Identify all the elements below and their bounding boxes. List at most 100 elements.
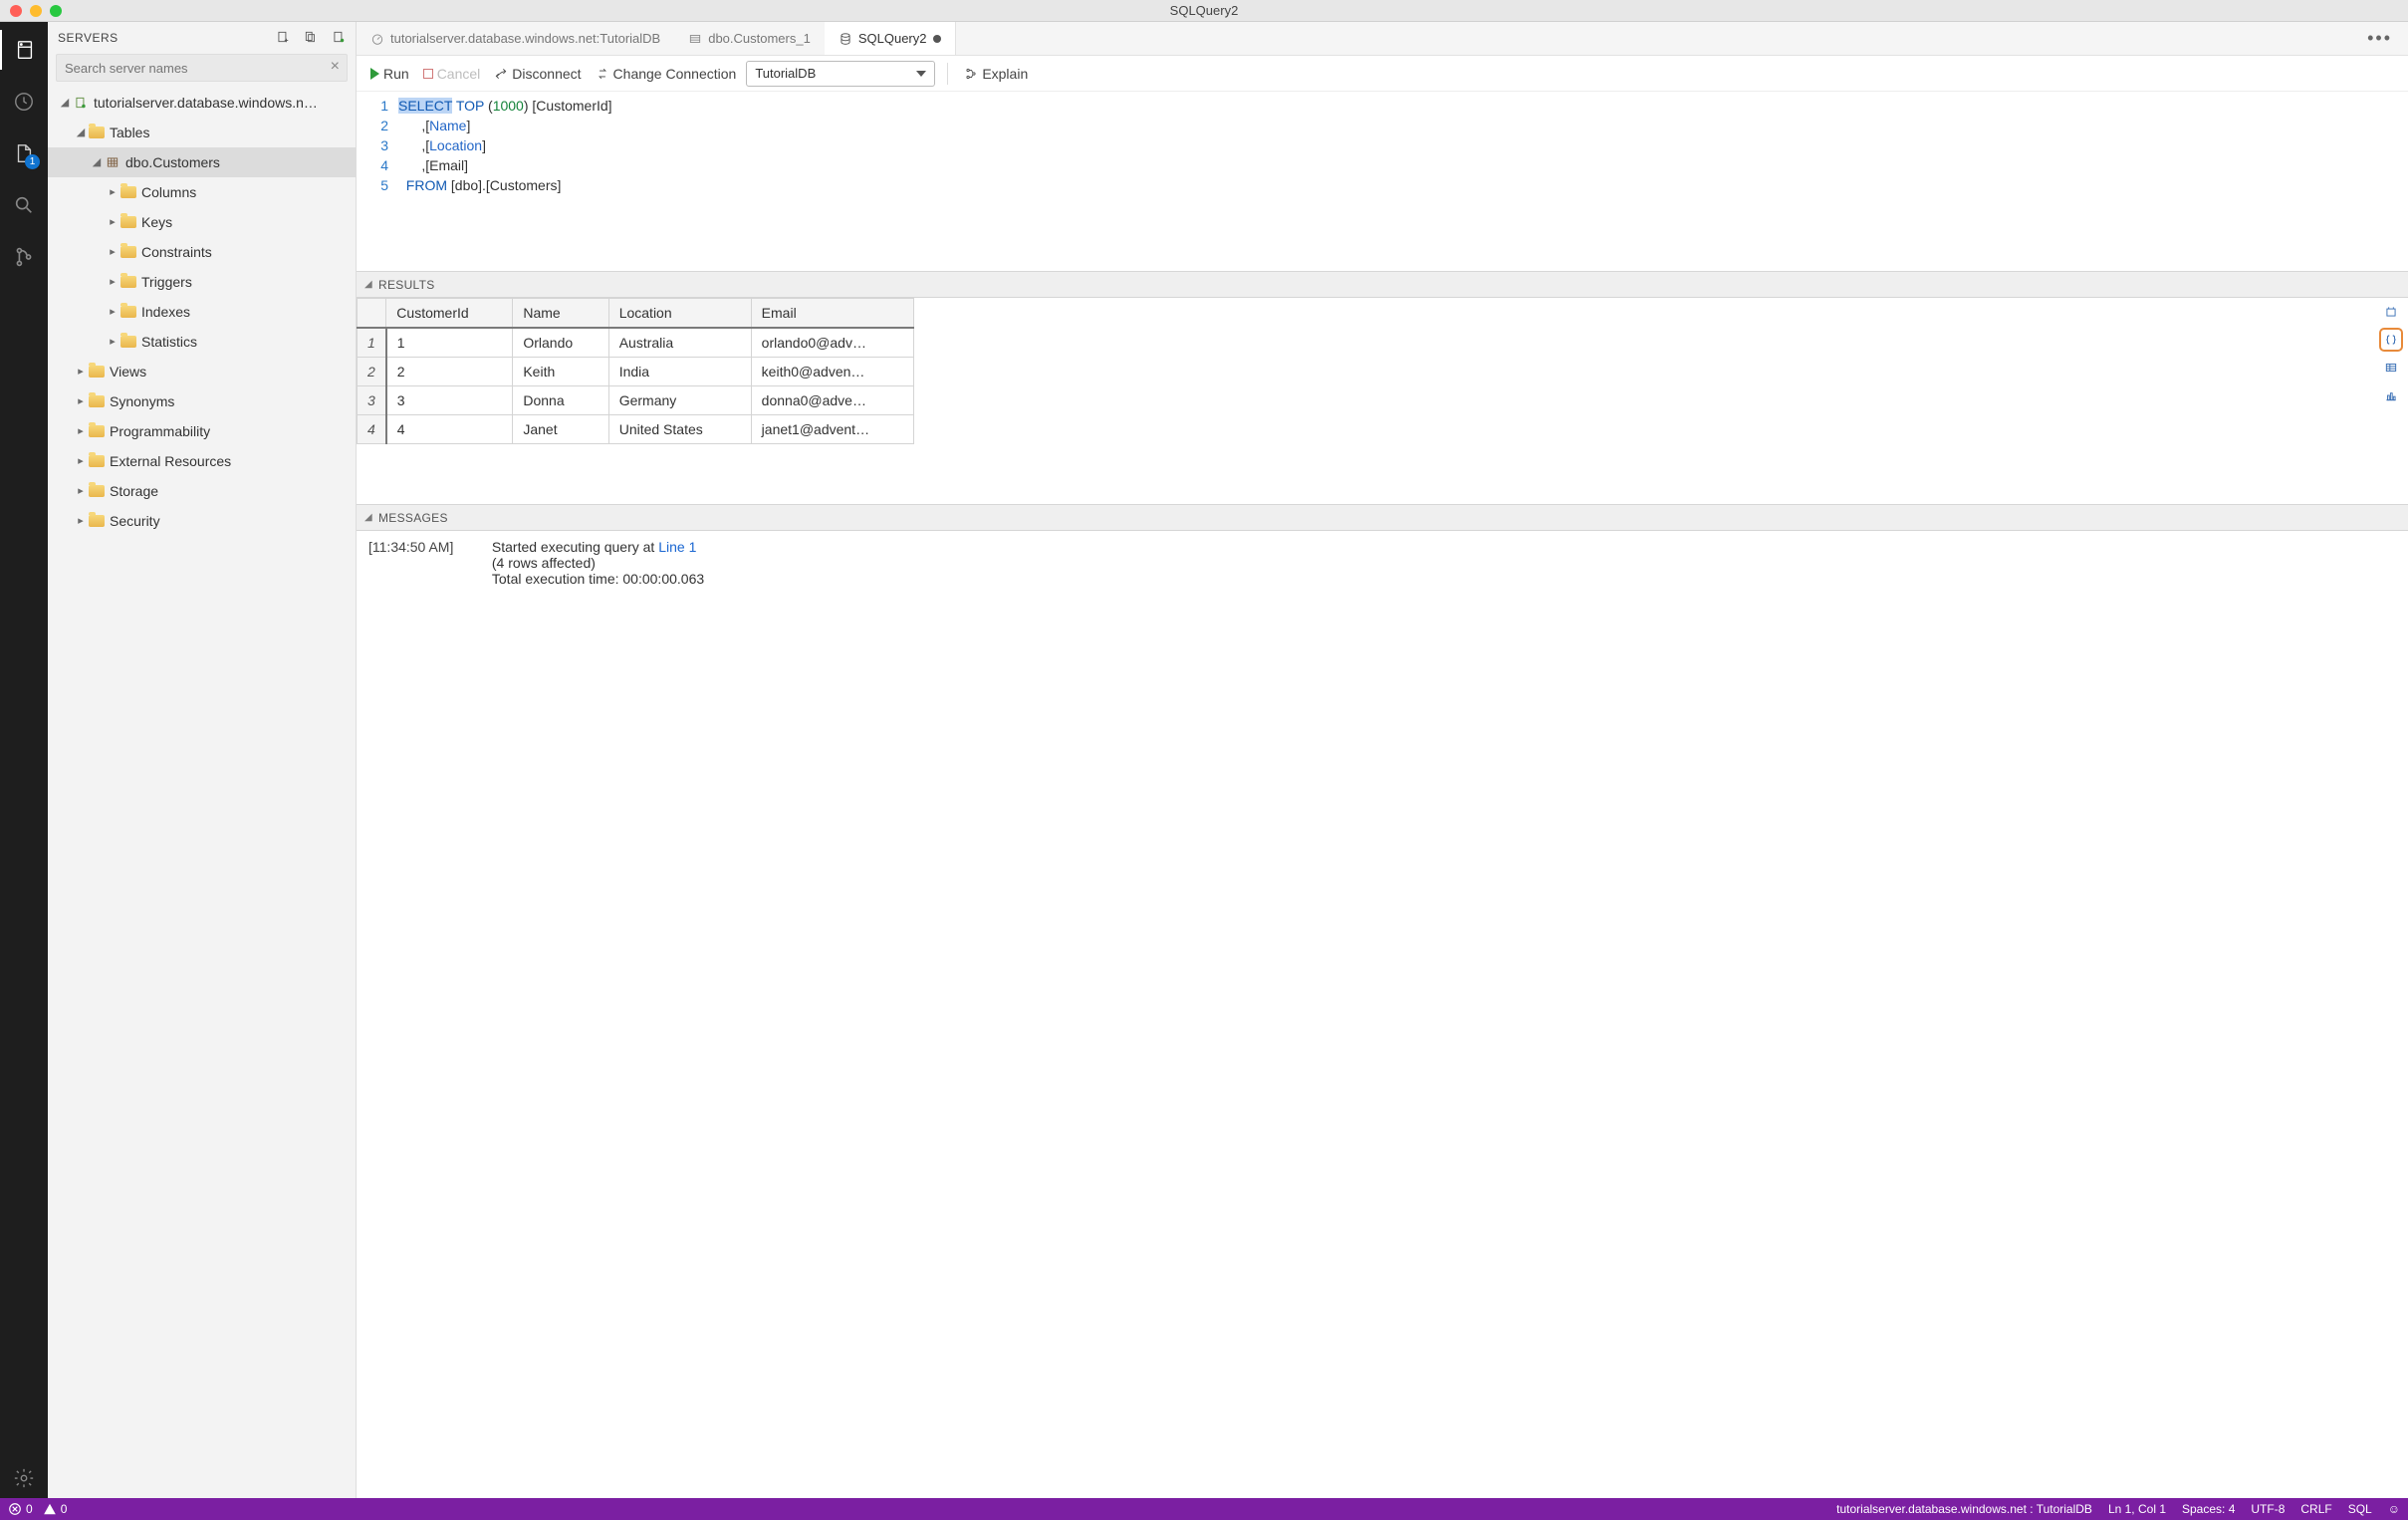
cell[interactable]: keith0@adven… <box>751 358 913 386</box>
col-header[interactable]: Location <box>608 299 751 329</box>
table-row[interactable]: 33DonnaGermanydonna0@adve… <box>358 386 914 415</box>
clear-search-icon[interactable]: × <box>331 58 340 76</box>
cell[interactable]: 1 <box>386 328 513 358</box>
cell[interactable]: Janet <box>513 415 608 444</box>
activity-search-icon[interactable] <box>0 185 48 225</box>
status-cursor-position[interactable]: Ln 1, Col 1 <box>2108 1502 2166 1516</box>
close-window-button[interactable] <box>10 5 22 17</box>
table-child[interactable]: ▸Triggers <box>48 267 356 297</box>
db-child[interactable]: ▸Synonyms <box>48 386 356 416</box>
col-header[interactable]: Email <box>751 299 913 329</box>
tab-customers-data[interactable]: dbo.Customers_1 <box>674 22 825 55</box>
col-header[interactable]: Name <box>513 299 608 329</box>
table-row[interactable]: 11OrlandoAustraliaorlando0@adv… <box>358 328 914 358</box>
cell[interactable]: Australia <box>608 328 751 358</box>
twisty-icon[interactable]: ▸ <box>74 424 88 437</box>
cell[interactable]: 3 <box>386 386 513 415</box>
activity-history-icon[interactable] <box>0 82 48 122</box>
results-grid[interactable]: CustomerId Name Location Email 11Orlando… <box>357 298 914 444</box>
cell[interactable]: orlando0@adv… <box>751 328 913 358</box>
results-header[interactable]: ◢ RESULTS <box>357 272 2408 298</box>
sidebar-search[interactable]: × <box>56 54 348 82</box>
table-row[interactable]: 22KeithIndiakeith0@adven… <box>358 358 914 386</box>
status-feedback-icon[interactable]: ☺ <box>2388 1502 2400 1516</box>
tab-connection-dashboard[interactable]: tutorialserver.database.windows.net:Tuto… <box>357 22 674 55</box>
code-content[interactable]: SELECT TOP (1000) [CustomerId] ,[Name] ,… <box>398 96 612 271</box>
cell[interactable]: Donna <box>513 386 608 415</box>
twisty-icon[interactable]: ◢ <box>58 96 72 109</box>
tab-sqlquery2[interactable]: SQLQuery2 <box>825 22 956 55</box>
twisty-icon[interactable]: ▸ <box>106 245 120 258</box>
cell[interactable]: Orlando <box>513 328 608 358</box>
minimize-window-button[interactable] <box>30 5 42 17</box>
twisty-icon[interactable]: ▸ <box>74 484 88 497</box>
new-connection-icon[interactable] <box>276 30 290 47</box>
table-node-customers[interactable]: ◢ dbo.Customers <box>48 147 356 177</box>
server-node[interactable]: ◢ tutorialserver.database.windows.n… <box>48 88 356 118</box>
message-line-link[interactable]: Line 1 <box>658 539 696 555</box>
server-action-icon[interactable] <box>332 30 346 47</box>
cancel-button[interactable]: Cancel <box>419 64 485 84</box>
twisty-icon[interactable]: ▸ <box>74 514 88 527</box>
database-select[interactable]: TutorialDB <box>746 61 935 87</box>
new-server-group-icon[interactable] <box>304 30 318 47</box>
twisty-icon[interactable]: ▸ <box>106 185 120 198</box>
status-errors[interactable]: 0 <box>8 1502 33 1516</box>
messages-header[interactable]: ◢ MESSAGES <box>357 505 2408 531</box>
twisty-icon[interactable]: ◢ <box>364 279 372 290</box>
activity-servers-icon[interactable] <box>0 30 48 70</box>
code-editor[interactable]: 12345 SELECT TOP (1000) [CustomerId] ,[N… <box>357 92 2408 271</box>
col-header[interactable]: CustomerId <box>386 299 513 329</box>
cell[interactable]: United States <box>608 415 751 444</box>
activity-settings-icon[interactable] <box>0 1458 48 1498</box>
table-row[interactable]: 44JanetUnited Statesjanet1@advent… <box>358 415 914 444</box>
change-connection-button[interactable]: Change Connection <box>592 64 741 84</box>
run-button[interactable]: Run <box>366 64 413 84</box>
maximize-window-button[interactable] <box>50 5 62 17</box>
twisty-icon[interactable]: ▸ <box>106 305 120 318</box>
cell[interactable]: 4 <box>386 415 513 444</box>
twisty-icon[interactable]: ▸ <box>106 215 120 228</box>
status-connection[interactable]: tutorialserver.database.windows.net : Tu… <box>1836 1502 2092 1516</box>
db-child[interactable]: ▸Storage <box>48 476 356 506</box>
disconnect-button[interactable]: Disconnect <box>490 64 585 84</box>
explain-button[interactable]: Explain <box>960 64 1032 84</box>
save-json-icon[interactable] <box>2381 330 2401 350</box>
cell[interactable]: donna0@adve… <box>751 386 913 415</box>
activity-source-control-icon[interactable] <box>0 237 48 277</box>
db-child[interactable]: ▸Views <box>48 357 356 386</box>
tables-node[interactable]: ◢ Tables <box>48 118 356 147</box>
twisty-icon[interactable]: ◢ <box>364 512 372 523</box>
save-excel-icon[interactable] <box>2381 358 2401 378</box>
db-child[interactable]: ▸Security <box>48 506 356 536</box>
table-child[interactable]: ▸Constraints <box>48 237 356 267</box>
cell[interactable]: Keith <box>513 358 608 386</box>
status-warnings[interactable]: 0 <box>43 1502 68 1516</box>
status-encoding[interactable]: UTF-8 <box>2251 1502 2285 1516</box>
cell[interactable]: Germany <box>608 386 751 415</box>
status-indent[interactable]: Spaces: 4 <box>2182 1502 2235 1516</box>
cell[interactable]: 2 <box>386 358 513 386</box>
twisty-icon[interactable]: ◢ <box>90 155 104 168</box>
twisty-icon[interactable]: ◢ <box>74 126 88 138</box>
twisty-icon[interactable]: ▸ <box>74 454 88 467</box>
twisty-icon[interactable]: ▸ <box>106 275 120 288</box>
table-child[interactable]: ▸Keys <box>48 207 356 237</box>
twisty-icon[interactable]: ▸ <box>106 335 120 348</box>
tab-overflow-button[interactable]: ••• <box>2351 28 2408 49</box>
status-eol[interactable]: CRLF <box>2300 1502 2331 1516</box>
twisty-icon[interactable]: ▸ <box>74 394 88 407</box>
table-child[interactable]: ▸Columns <box>48 177 356 207</box>
db-child[interactable]: ▸External Resources <box>48 446 356 476</box>
save-csv-icon[interactable] <box>2381 302 2401 322</box>
table-child[interactable]: ▸Statistics <box>48 327 356 357</box>
activity-explorer-icon[interactable]: 1 <box>0 133 48 173</box>
status-language[interactable]: SQL <box>2348 1502 2372 1516</box>
table-child[interactable]: ▸Indexes <box>48 297 356 327</box>
cell[interactable]: janet1@advent… <box>751 415 913 444</box>
twisty-icon[interactable]: ▸ <box>74 365 88 378</box>
db-child[interactable]: ▸Programmability <box>48 416 356 446</box>
view-chart-icon[interactable] <box>2381 385 2401 405</box>
search-servers-input[interactable] <box>56 54 348 82</box>
cell[interactable]: India <box>608 358 751 386</box>
